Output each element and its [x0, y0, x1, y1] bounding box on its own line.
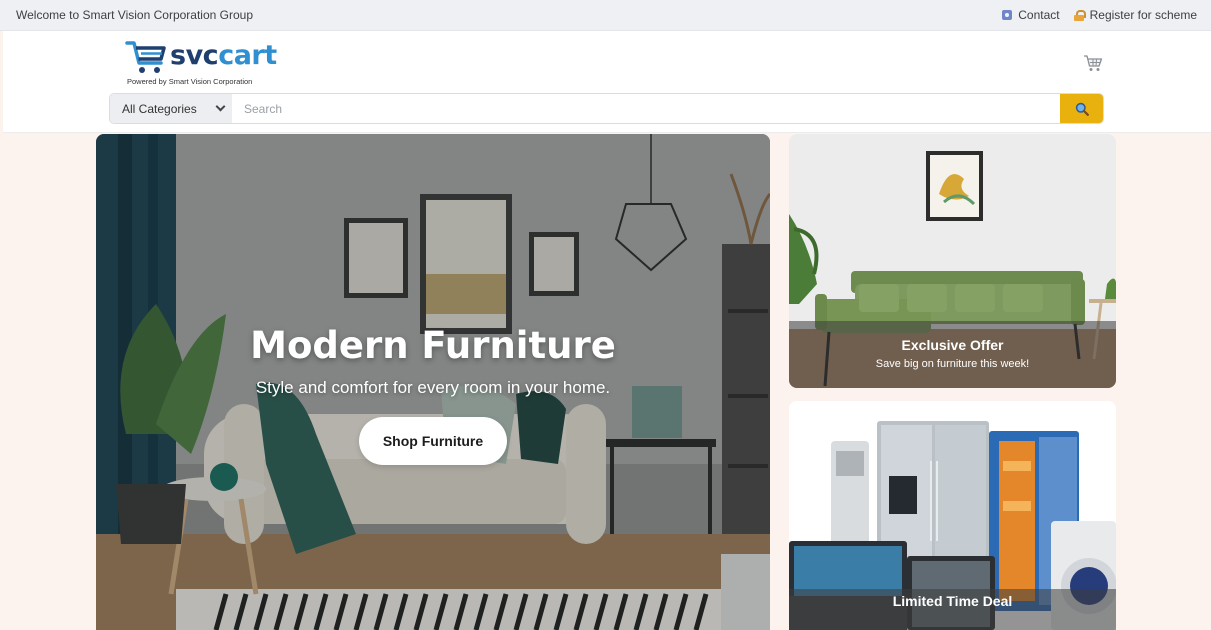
- card-title: Exclusive Offer: [901, 337, 1004, 353]
- search-icon: [1075, 102, 1089, 116]
- hero-subtitle: Style and comfort for every room in your…: [255, 378, 611, 397]
- chevron-down-icon: [215, 101, 226, 112]
- card-caption: Exclusive Offer Save big on furniture th…: [789, 321, 1116, 388]
- top-bar: Welcome to Smart Vision Corporation Grou…: [0, 0, 1211, 31]
- category-select[interactable]: All Categories: [110, 94, 232, 123]
- card-subtitle: Save big on furniture this week!: [875, 358, 1030, 370]
- cart-icon[interactable]: [1083, 54, 1103, 72]
- exclusive-offer-card[interactable]: Exclusive Offer Save big on furniture th…: [789, 134, 1116, 388]
- top-links: Contact Register for scheme: [1002, 8, 1197, 22]
- contact-label: Contact: [1018, 8, 1060, 22]
- search-bar: All Categories: [109, 93, 1104, 124]
- svccart-logo[interactable]: svccart Powered by Smart Vision Corporat…: [125, 37, 285, 89]
- hero-banner: Modern Furniture Style and comfort for e…: [96, 134, 770, 630]
- register-link[interactable]: Register for scheme: [1073, 8, 1197, 22]
- hero-title: Modern Furniture: [250, 324, 616, 367]
- search-input[interactable]: [232, 94, 1060, 123]
- limited-time-deal-card[interactable]: Limited Time Deal: [789, 401, 1116, 630]
- logo-tagline: Powered by Smart Vision Corporation: [127, 77, 253, 86]
- site-header: svccart Powered by Smart Vision Corporat…: [3, 31, 1211, 133]
- lock-icon: [1073, 9, 1086, 21]
- category-select-value: All Categories: [122, 101, 197, 116]
- contact-link[interactable]: Contact: [1002, 8, 1060, 22]
- card-title: Limited Time Deal: [892, 593, 1013, 609]
- logo-cart-icon: [125, 41, 166, 73]
- search-button[interactable]: [1060, 94, 1103, 123]
- card-caption: Limited Time Deal: [789, 589, 1116, 630]
- logo-svc-text: svc: [170, 40, 219, 71]
- logo-cart-text: cart: [218, 40, 277, 71]
- logo-wordmark: svccart: [170, 40, 277, 72]
- welcome-text: Welcome to Smart Vision Corporation Grou…: [16, 8, 253, 22]
- shop-furniture-button[interactable]: Shop Furniture: [359, 417, 507, 465]
- contact-icon: [1002, 10, 1013, 20]
- register-label: Register for scheme: [1089, 8, 1197, 22]
